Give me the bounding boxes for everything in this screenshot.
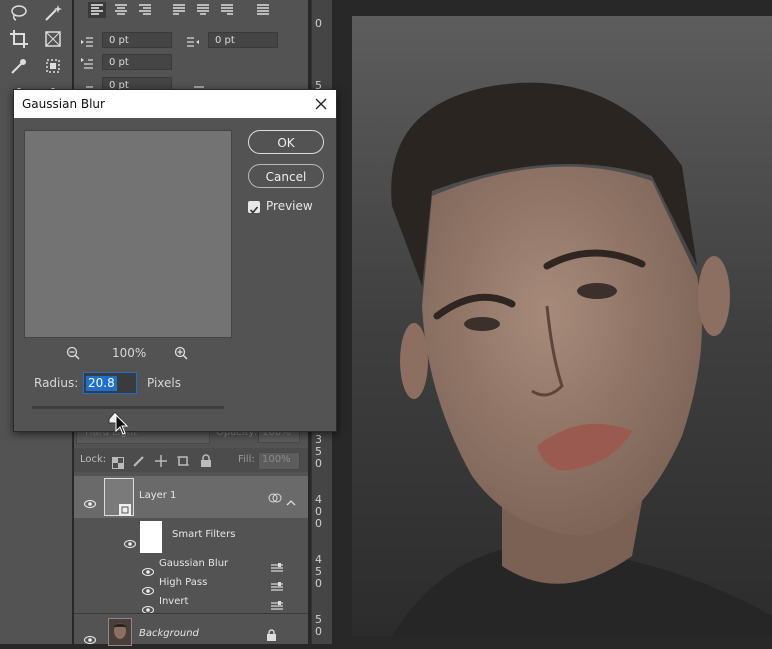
eyedropper-icon[interactable]	[8, 55, 30, 77]
mouse-cursor-icon	[115, 413, 129, 436]
blending-options-icon[interactable]	[270, 559, 284, 572]
layers-panel: Hard Light Opacity: 100% Lock: Fill: 100…	[74, 412, 308, 646]
indent-left-field[interactable]: 0 pt	[102, 32, 172, 48]
radius-input[interactable]: 20.8	[83, 372, 137, 394]
layer-1-thumbnail	[104, 478, 134, 516]
background-layer-name: Background	[139, 628, 199, 639]
layer-row-background[interactable]: Background	[74, 614, 308, 646]
filter-preview[interactable]	[24, 130, 232, 338]
smart-object-icon	[119, 501, 131, 516]
crop-icon[interactable]	[8, 28, 30, 50]
filter-name: Invert	[159, 596, 189, 607]
zoom-in-icon[interactable]	[174, 345, 188, 360]
lasso-icon[interactable]	[8, 2, 30, 24]
radius-slider[interactable]	[32, 406, 224, 424]
justify-all-icon[interactable]	[254, 2, 272, 18]
indent-left-icon	[80, 33, 94, 47]
lock-artboard-icon[interactable]	[176, 453, 190, 467]
layer-1-name: Layer 1	[139, 490, 177, 501]
justify-right-icon[interactable]	[218, 2, 236, 18]
lock-all-icon[interactable]	[200, 453, 212, 467]
radius-value: 20.8	[86, 376, 117, 391]
smart-filters-label: Smart Filters	[172, 529, 236, 540]
ok-button[interactable]: OK	[248, 130, 324, 154]
preview-label: Preview	[266, 199, 313, 213]
fill-field[interactable]: 100%	[258, 452, 300, 470]
space-after-icon	[192, 78, 206, 92]
frame-icon[interactable]	[42, 28, 64, 50]
background-thumbnail	[108, 618, 132, 646]
cancel-button[interactable]: Cancel	[248, 164, 324, 188]
ruler-label: 0	[315, 457, 322, 470]
filter-mask-thumbnail[interactable]	[140, 521, 162, 553]
indent-right-field[interactable]: 0 pt	[208, 32, 278, 48]
justify-center-icon[interactable]	[194, 2, 212, 18]
close-icon[interactable]	[312, 95, 330, 113]
align-center-icon[interactable]	[112, 2, 130, 18]
ruler-label: 0	[315, 517, 322, 530]
lock-bar: Lock: Fill: 100%	[74, 448, 308, 472]
dialog-title: Gaussian Blur	[22, 97, 105, 111]
layer-row-layer-1[interactable]: Layer 1	[74, 476, 308, 518]
indent-first-line-icon	[80, 55, 94, 69]
blending-options-icon[interactable]	[270, 597, 284, 610]
magic-wand-icon[interactable]	[42, 2, 64, 24]
lock-transparent-icon[interactable]	[112, 454, 124, 469]
indent-first-line-field[interactable]: 0 pt	[102, 54, 172, 70]
smart-filter-link-icon[interactable]	[268, 490, 282, 504]
filter-name: Gaussian Blur	[159, 558, 229, 569]
zoom-level: 100%	[112, 346, 147, 360]
ruler-label: 0	[315, 577, 322, 590]
eye-icon[interactable]	[142, 561, 154, 576]
chevron-up-icon[interactable]	[286, 492, 296, 506]
align-left-icon[interactable]	[88, 2, 106, 18]
zoom-out-icon[interactable]	[66, 345, 80, 360]
indent-right-icon	[186, 33, 200, 47]
ruler-label: 0	[315, 625, 322, 638]
radius-label: Radius:	[34, 376, 79, 390]
filter-name: High Pass	[159, 577, 208, 588]
smart-filters-row[interactable]: Smart Filters	[74, 518, 308, 556]
lock-image-icon[interactable]	[132, 453, 146, 467]
object-select-icon[interactable]	[42, 55, 64, 77]
lock-position-icon[interactable]	[154, 453, 168, 467]
ruler-label: 0	[315, 17, 322, 30]
blending-options-icon[interactable]	[270, 578, 284, 591]
radius-unit: Pixels	[147, 376, 182, 390]
gaussian-blur-dialog: Gaussian Blur OK Cancel Preview 100% Rad…	[13, 89, 337, 432]
fill-label: Fill:	[238, 454, 255, 465]
eye-icon[interactable]	[142, 580, 154, 595]
eye-icon[interactable]	[84, 629, 96, 644]
filter-row-gaussian-blur[interactable]: Gaussian Blur	[74, 556, 308, 576]
eye-icon[interactable]	[124, 533, 136, 548]
filter-row-high-pass[interactable]: High Pass	[74, 575, 308, 595]
eye-icon[interactable]	[84, 493, 96, 508]
lock-label: Lock:	[80, 454, 107, 465]
filter-row-invert[interactable]: Invert	[74, 594, 308, 614]
justify-left-icon[interactable]	[170, 2, 188, 18]
align-right-icon[interactable]	[136, 2, 154, 18]
fill-value: 100%	[262, 454, 291, 465]
paragraph-panel: 0 pt 0 pt 0 pt 0 pt	[74, 0, 308, 92]
eye-icon[interactable]	[142, 599, 154, 614]
portrait-photo[interactable]	[352, 16, 772, 636]
dialog-title-bar[interactable]: Gaussian Blur	[14, 90, 336, 118]
space-before-icon	[80, 78, 94, 92]
preview-checkbox[interactable]	[248, 201, 260, 214]
lock-icon	[266, 627, 277, 641]
